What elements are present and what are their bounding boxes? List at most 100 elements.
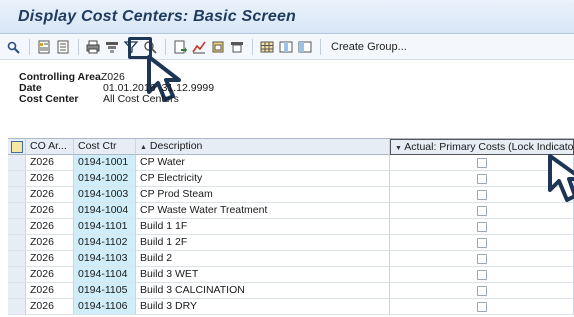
print-icon[interactable] xyxy=(85,39,101,55)
cell-lock-indicator xyxy=(390,155,574,171)
lock-indicator-checkbox[interactable] xyxy=(476,286,487,296)
select-all-icon[interactable] xyxy=(10,141,23,153)
lock-indicator-checkbox[interactable] xyxy=(476,302,487,312)
table-row[interactable]: Z026 0194-1106 Build 3 DRY xyxy=(8,299,574,315)
cell-description: Build 3 WET xyxy=(136,267,390,283)
lock-indicator-checkbox[interactable] xyxy=(476,190,487,200)
grid-icon[interactable] xyxy=(259,39,275,55)
row-selector[interactable] xyxy=(8,155,26,171)
table-row[interactable]: Z026 0194-1103 Build 2 xyxy=(8,251,574,267)
col-header-description[interactable]: ▲ Description xyxy=(136,139,390,155)
table-row[interactable]: Z026 0194-1105 Build 3 CALCINATION xyxy=(8,283,574,299)
cell-cost-ctr[interactable]: 0194-1101 xyxy=(74,219,136,235)
cell-cost-ctr[interactable]: 0194-1106 xyxy=(74,299,136,315)
toolbar: Create Group... xyxy=(0,34,574,60)
table-row[interactable]: Z026 0194-1004 CP Waste Water Treatment xyxy=(8,203,574,219)
cell-co-area: Z026 xyxy=(26,283,74,299)
lock-indicator-checkbox[interactable] xyxy=(476,158,487,168)
cell-cost-ctr[interactable]: 0194-1001 xyxy=(74,155,136,171)
cell-cost-ctr[interactable]: 0194-1004 xyxy=(74,203,136,219)
cell-description: CP Electricity xyxy=(136,171,390,187)
cell-lock-indicator xyxy=(390,251,574,267)
cell-cost-ctr[interactable]: 0194-1103 xyxy=(74,251,136,267)
col-header-actual[interactable]: ▼ Actual: Primary Costs (Lock Indicator) xyxy=(390,139,574,155)
row-selector[interactable] xyxy=(8,219,26,235)
table-row[interactable]: Z026 0194-1102 Build 1 2F xyxy=(8,235,574,251)
cell-lock-indicator xyxy=(390,283,574,299)
toolbar-separator xyxy=(165,38,166,55)
lock-indicator-checkbox[interactable] xyxy=(476,174,487,184)
cell-lock-indicator xyxy=(390,203,574,219)
lock-indicator-checkbox[interactable] xyxy=(476,254,487,264)
cell-co-area: Z026 xyxy=(26,267,74,283)
cell-lock-indicator xyxy=(390,267,574,283)
sort-descending-icon: ▼ xyxy=(395,145,402,152)
cell-lock-indicator xyxy=(390,171,574,187)
row-selector[interactable] xyxy=(8,235,26,251)
table-header: CO Ar... Cost Ctr ▲ Description ▼ Actual… xyxy=(8,139,574,155)
cell-description: Build 1 2F xyxy=(136,235,390,251)
table-row[interactable]: Z026 0194-1104 Build 3 WET xyxy=(8,267,574,283)
layout-icon[interactable] xyxy=(229,39,245,55)
cell-lock-indicator xyxy=(390,219,574,235)
cost-center-label: Cost Center xyxy=(19,93,79,105)
toolbar-separator xyxy=(252,38,253,55)
cell-co-area: Z026 xyxy=(26,187,74,203)
refresh-icon[interactable] xyxy=(210,39,226,55)
row-selector[interactable] xyxy=(8,251,26,267)
cell-cost-ctr[interactable]: 0194-1003 xyxy=(74,187,136,203)
cell-lock-indicator xyxy=(390,299,574,315)
cell-co-area: Z026 xyxy=(26,219,74,235)
cell-cost-ctr[interactable]: 0194-1105 xyxy=(74,283,136,299)
create-group-button[interactable]: Create Group... xyxy=(331,41,407,53)
lock-indicator-checkbox[interactable] xyxy=(476,270,487,280)
row-selector[interactable] xyxy=(8,187,26,203)
lock-indicator-checkbox[interactable] xyxy=(476,238,487,248)
lock-indicator-checkbox[interactable] xyxy=(476,222,487,232)
cell-co-area: Z026 xyxy=(26,299,74,315)
toolbar-separator xyxy=(78,38,79,55)
toolbar-separator xyxy=(29,38,30,55)
cell-description: Build 1 1F xyxy=(136,219,390,235)
table-row[interactable]: Z026 0194-1002 CP Electricity xyxy=(8,171,574,187)
row-selector[interactable] xyxy=(8,299,26,315)
cell-description: CP Prod Steam xyxy=(136,187,390,203)
row-selector[interactable] xyxy=(8,283,26,299)
columns-icon[interactable] xyxy=(278,39,294,55)
filter-icon[interactable] xyxy=(123,39,139,55)
find-icon[interactable] xyxy=(142,39,158,55)
col-header-description-label: Description xyxy=(149,140,203,152)
cell-lock-indicator xyxy=(390,235,574,251)
row-selector[interactable] xyxy=(8,203,26,219)
toolbar-separator xyxy=(320,38,321,55)
cell-description: CP Waste Water Treatment xyxy=(136,203,390,219)
cell-co-area: Z026 xyxy=(26,203,74,219)
cell-cost-ctr[interactable]: 0194-1002 xyxy=(74,171,136,187)
select-all-cell[interactable] xyxy=(8,139,26,155)
table-body: Z026 0194-1001 CP Water Z026 0194-1002 CP Ele… xyxy=(8,155,574,315)
row-selector[interactable] xyxy=(8,171,26,187)
cell-cost-ctr[interactable]: 0194-1102 xyxy=(74,235,136,251)
cell-cost-ctr[interactable]: 0194-1104 xyxy=(74,267,136,283)
choose-icon[interactable] xyxy=(55,39,71,55)
glasses-icon[interactable] xyxy=(6,39,22,55)
export-icon[interactable] xyxy=(172,39,188,55)
col-header-actual-label: Actual: Primary Costs (Lock Indicator) xyxy=(404,141,574,153)
cell-co-area: Z026 xyxy=(26,155,74,171)
table-row[interactable]: Z026 0194-1101 Build 1 1F xyxy=(8,219,574,235)
row-selector[interactable] xyxy=(8,267,26,283)
table-row[interactable]: Z026 0194-1001 CP Water xyxy=(8,155,574,171)
group-icon[interactable] xyxy=(297,39,313,55)
title-bar: Display Cost Centers: Basic Screen xyxy=(0,0,574,34)
sort-icon[interactable] xyxy=(104,39,120,55)
lock-indicator-checkbox[interactable] xyxy=(476,206,487,216)
cost-center-table: CO Ar... Cost Ctr ▲ Description ▼ Actual… xyxy=(8,138,574,315)
cell-description: CP Water xyxy=(136,155,390,171)
detail-icon[interactable] xyxy=(36,39,52,55)
cell-co-area: Z026 xyxy=(26,171,74,187)
sort-ascending-icon: ▲ xyxy=(140,144,147,151)
chart-icon[interactable] xyxy=(191,39,207,55)
col-header-co-area[interactable]: CO Ar... xyxy=(26,139,74,155)
col-header-cost-ctr[interactable]: Cost Ctr xyxy=(74,139,136,155)
table-row[interactable]: Z026 0194-1003 CP Prod Steam xyxy=(8,187,574,203)
